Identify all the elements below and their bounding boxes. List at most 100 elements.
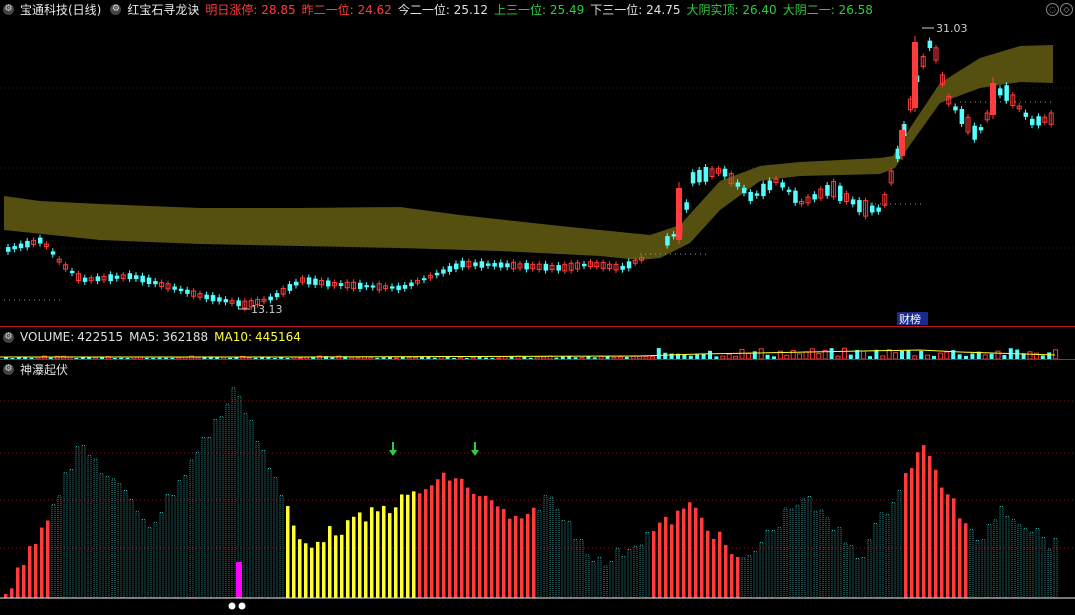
candle-body — [409, 282, 414, 287]
volume-bar — [829, 348, 834, 359]
indicator-bar — [520, 518, 524, 598]
indicator-bar — [783, 507, 788, 599]
indicator-bar — [537, 510, 542, 599]
candle-body — [217, 297, 222, 302]
indicator-bar — [795, 504, 800, 599]
volume-bar — [656, 348, 661, 359]
candle-body — [786, 189, 792, 193]
indicator-bar — [322, 542, 326, 598]
candle-body — [812, 194, 817, 200]
indicator-bar — [141, 519, 146, 599]
candle-body — [1036, 116, 1041, 126]
restore-icon[interactable]: ◌ — [1046, 3, 1059, 16]
indicator-bar — [496, 506, 500, 598]
indicator-chart[interactable] — [0, 378, 1075, 615]
indicator-bar — [1053, 537, 1058, 599]
candle-body — [850, 199, 856, 205]
indicator-bar — [28, 546, 32, 598]
candle-body — [703, 167, 709, 182]
candle-body — [178, 288, 184, 292]
indicator-bar — [46, 520, 50, 598]
stock-name: 宝通科技(日线) — [20, 2, 102, 17]
candle-body — [402, 284, 408, 289]
indicator-bar — [117, 483, 122, 599]
indicator-bar — [664, 516, 668, 598]
gear-icon[interactable]: ⚙ — [3, 363, 14, 375]
indicator-bar — [969, 528, 974, 599]
price-chart[interactable]: 31.03 13.13 财榜 — [0, 18, 1075, 326]
indicator-bar — [34, 543, 38, 598]
candle-body — [742, 187, 747, 194]
candle-body — [473, 262, 478, 267]
candle-body — [95, 276, 101, 282]
indicator-bar — [658, 522, 662, 598]
indicator-bar — [891, 502, 896, 599]
indicator-bar — [771, 530, 776, 599]
indicator-bar — [57, 495, 62, 599]
indicator-bar — [370, 507, 374, 598]
indicator-bar — [741, 557, 746, 599]
indicator-bar — [249, 420, 254, 599]
candle-body — [556, 265, 561, 271]
candle-body — [1030, 118, 1035, 126]
indicator-bar — [171, 495, 176, 599]
low-price-label: 13.13 — [251, 303, 283, 316]
indicator-bar — [382, 505, 386, 598]
indicator-bar — [567, 521, 572, 599]
candle-body — [927, 40, 933, 49]
signal-dot — [238, 602, 246, 610]
volume-chart[interactable] — [0, 346, 1075, 360]
indicator-bar — [813, 510, 818, 599]
ma10-line — [0, 349, 1056, 358]
candle-body — [498, 262, 504, 268]
indicator-bar — [261, 450, 266, 599]
candle-body — [899, 130, 905, 156]
gear-icon[interactable]: ⚙ — [3, 3, 14, 15]
indicator-bar — [1023, 527, 1028, 599]
indicator-bar — [999, 506, 1004, 599]
indicator-bar — [328, 526, 332, 598]
gear-icon[interactable]: ⚙ — [3, 331, 14, 343]
volume-bar — [1053, 349, 1059, 360]
indicator-bar — [243, 413, 248, 599]
indicator-bar — [165, 494, 170, 599]
indicator-bar — [964, 523, 968, 598]
candle-body — [870, 205, 875, 213]
indicator-bar — [861, 557, 866, 599]
indicator-bar — [304, 543, 308, 598]
volume-bar — [900, 350, 904, 359]
gear-icon[interactable]: ⚙ — [110, 3, 122, 15]
indicator-bar — [99, 473, 104, 599]
indicator-bar — [400, 494, 404, 598]
indicator-bar — [993, 519, 998, 599]
indicator-bar — [231, 387, 236, 599]
indicator-bar — [987, 524, 992, 599]
indicator-bar — [1029, 531, 1034, 599]
indicator-bar — [801, 498, 806, 599]
indicator-bar — [855, 558, 860, 599]
indicator-bar — [448, 480, 452, 598]
candle-body — [761, 183, 766, 197]
candle-body — [153, 281, 158, 285]
candle-body — [140, 275, 145, 283]
indicator-bar — [22, 564, 26, 598]
indicator-bar — [753, 551, 758, 599]
arrow-down-icon — [389, 450, 397, 456]
candle-body — [838, 185, 843, 201]
indicator-bar — [514, 515, 518, 598]
indicator-bar — [87, 455, 92, 599]
indicator-bar — [16, 567, 20, 598]
indicator-bar — [706, 530, 710, 598]
candle-body — [108, 274, 113, 282]
indicator-bar — [615, 547, 620, 599]
expand-icon[interactable]: ◇ — [1060, 3, 1073, 16]
indicator-bar — [225, 403, 230, 599]
candle-body — [748, 191, 753, 202]
candle-body — [338, 283, 344, 286]
candle-body — [70, 270, 75, 274]
indicator-item: 今二一位: 25.12 — [397, 2, 489, 17]
indicator-bar — [352, 516, 356, 598]
indicator-bar — [412, 491, 416, 598]
indicator-bar — [376, 511, 380, 598]
candle-body — [370, 285, 376, 288]
